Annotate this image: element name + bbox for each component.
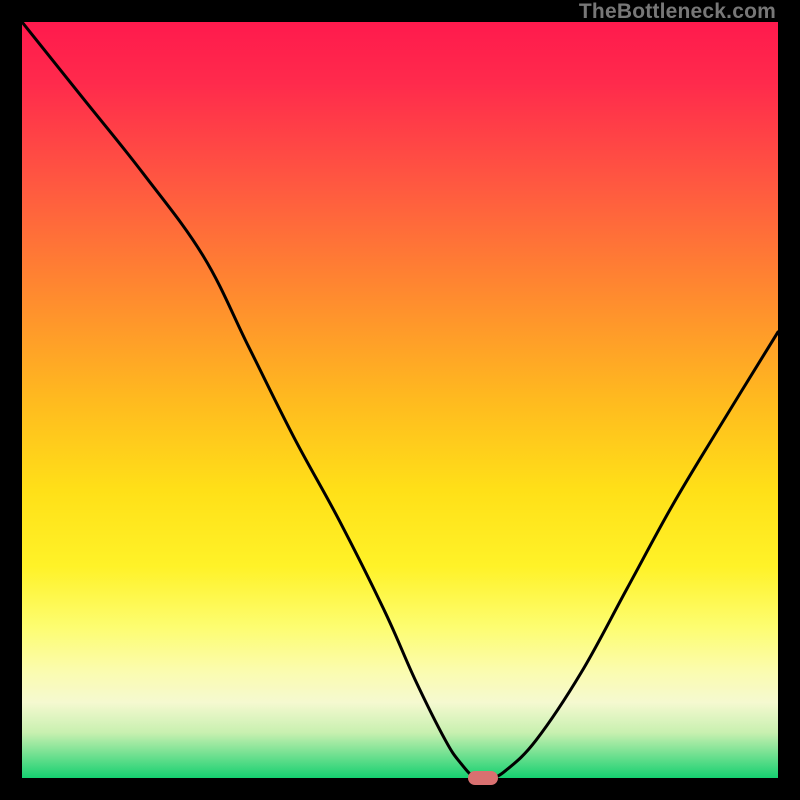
optimal-marker <box>468 771 498 785</box>
watermark-text: TheBottleneck.com <box>579 0 776 24</box>
plot-area <box>22 22 778 778</box>
chart-frame: TheBottleneck.com <box>0 0 800 800</box>
bottleneck-curve <box>22 22 778 778</box>
